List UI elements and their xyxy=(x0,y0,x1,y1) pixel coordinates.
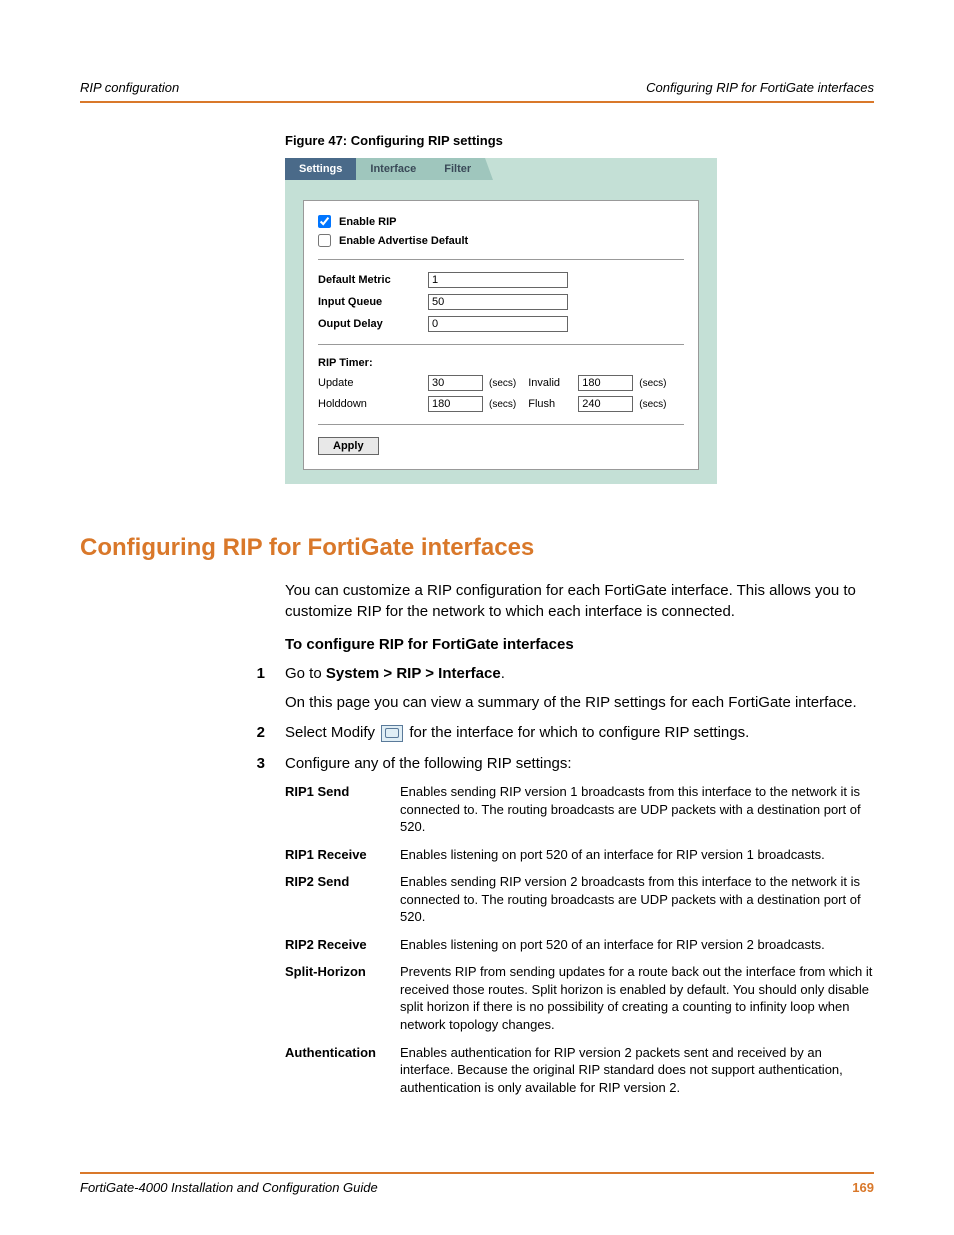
default-metric-input[interactable] xyxy=(428,272,568,288)
output-delay-input[interactable] xyxy=(428,316,568,332)
step-2-number: 2 xyxy=(80,722,285,745)
step-1-text-c: . xyxy=(501,665,505,682)
step-3: 3 Configure any of the following RIP set… xyxy=(80,753,874,776)
step-1-sub: On this page you can view a summary of t… xyxy=(285,692,874,715)
invalid-input[interactable] xyxy=(578,375,633,391)
output-delay-label: Ouput Delay xyxy=(318,318,428,330)
flush-label: Flush xyxy=(528,398,578,410)
rip-settings-screenshot: Settings Interface Filter Enable RIP Ena… xyxy=(285,158,717,484)
figure-caption: Figure 47: Configuring RIP settings xyxy=(285,133,874,148)
def-rip1-send: RIP1 Send Enables sending RIP version 1 … xyxy=(285,783,874,836)
settings-panel: Enable RIP Enable Advertise Default Defa… xyxy=(303,200,699,470)
flush-unit: (secs) xyxy=(639,399,666,410)
invalid-label: Invalid xyxy=(528,377,578,389)
holddown-input[interactable] xyxy=(428,396,483,412)
page-footer: FortiGate-4000 Installation and Configur… xyxy=(80,1172,874,1195)
holddown-unit: (secs) xyxy=(489,399,516,410)
section-heading: Configuring RIP for FortiGate interfaces xyxy=(80,534,874,562)
input-queue-input[interactable] xyxy=(428,294,568,310)
step-1-text-a: Go to xyxy=(285,665,326,682)
def-rip2-send: RIP2 Send Enables sending RIP version 2 … xyxy=(285,873,874,926)
tab-settings[interactable]: Settings xyxy=(285,158,356,180)
update-label: Update xyxy=(318,377,428,389)
enable-advertise-default-label: Enable Advertise Default xyxy=(339,235,468,247)
flush-input[interactable] xyxy=(578,396,633,412)
step-1-path: System > RIP > Interface xyxy=(326,665,501,682)
update-input[interactable] xyxy=(428,375,483,391)
def-rip1-receive: RIP1 Receive Enables listening on port 5… xyxy=(285,846,874,864)
tab-interface[interactable]: Interface xyxy=(356,158,430,180)
update-unit: (secs) xyxy=(489,378,516,389)
page-header: RIP configuration Configuring RIP for Fo… xyxy=(80,80,874,103)
tab-bar: Settings Interface Filter xyxy=(285,158,717,180)
holddown-label: Holddown xyxy=(318,398,428,410)
apply-button[interactable]: Apply xyxy=(318,437,379,455)
step-1: 1 Go to System > RIP > Interface. On thi… xyxy=(80,663,874,714)
enable-rip-label: Enable RIP xyxy=(339,216,396,228)
header-right: Configuring RIP for FortiGate interfaces xyxy=(646,80,874,95)
footer-left: FortiGate-4000 Installation and Configur… xyxy=(80,1180,378,1195)
modify-icon xyxy=(381,725,403,742)
step-2-text-b: for the interface for which to configure… xyxy=(405,724,749,741)
def-rip2-receive: RIP2 Receive Enables listening on port 5… xyxy=(285,936,874,954)
enable-rip-checkbox[interactable] xyxy=(318,215,331,228)
rip-timer-heading: RIP Timer: xyxy=(318,357,684,369)
step-1-number: 1 xyxy=(80,663,285,714)
input-queue-label: Input Queue xyxy=(318,296,428,308)
definitions-list: RIP1 Send Enables sending RIP version 1 … xyxy=(285,783,874,1096)
def-authentication: Authentication Enables authentication fo… xyxy=(285,1044,874,1097)
default-metric-label: Default Metric xyxy=(318,274,428,286)
tab-filter[interactable]: Filter xyxy=(430,158,485,180)
invalid-unit: (secs) xyxy=(639,378,666,389)
footer-page-number: 169 xyxy=(852,1180,874,1195)
def-split-horizon: Split-Horizon Prevents RIP from sending … xyxy=(285,963,874,1033)
step-2: 2 Select Modify for the interface for wh… xyxy=(80,722,874,745)
intro-paragraph: You can customize a RIP configuration fo… xyxy=(285,580,874,622)
step-3-text: Configure any of the following RIP setti… xyxy=(285,753,874,776)
header-left: RIP configuration xyxy=(80,80,179,95)
step-2-text-a: Select Modify xyxy=(285,724,379,741)
procedure-heading: To configure RIP for FortiGate interface… xyxy=(285,636,874,653)
step-3-number: 3 xyxy=(80,753,285,776)
enable-advertise-default-checkbox[interactable] xyxy=(318,234,331,247)
